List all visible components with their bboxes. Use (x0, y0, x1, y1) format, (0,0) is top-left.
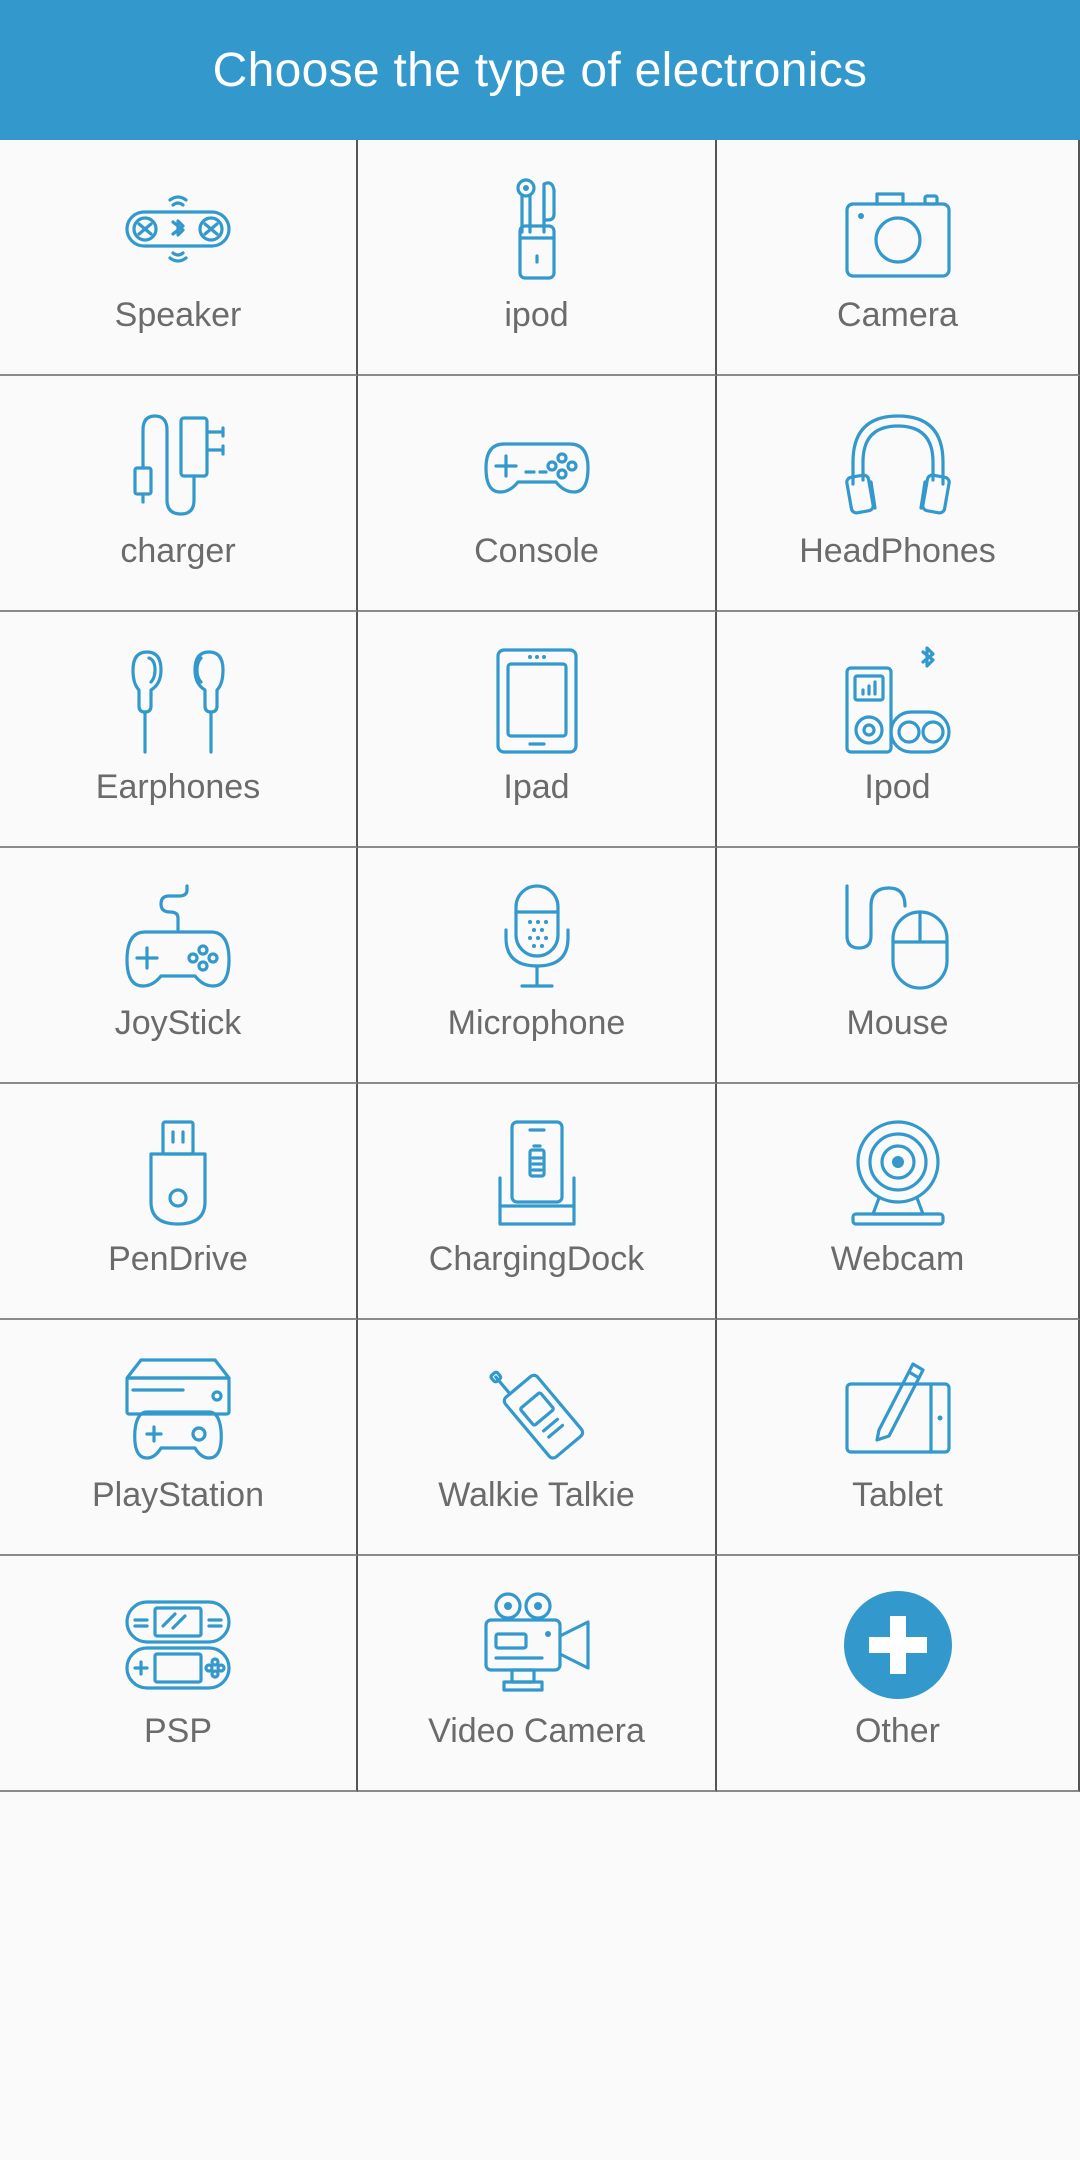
grid-item-mouse[interactable]: Mouse (717, 848, 1080, 1084)
grid-item-charger[interactable]: charger (0, 376, 358, 612)
grid-item-label: Ipod (864, 768, 931, 806)
gamepad-icon (482, 410, 592, 520)
video-camera-icon (482, 1590, 592, 1700)
app-header: Choose the type of electronics (0, 0, 1080, 140)
earphones-icon (123, 646, 233, 756)
grid-item-label: ChargingDock (428, 1240, 645, 1278)
charger-icon (123, 410, 233, 520)
grid-item-label: HeadPhones (799, 532, 996, 570)
grid-item-other[interactable]: Other (717, 1556, 1080, 1792)
grid-item-label: Microphone (447, 1004, 626, 1042)
grid-item-label: charger (120, 532, 236, 570)
pendrive-icon (123, 1118, 233, 1228)
grid-item-console[interactable]: Console (358, 376, 717, 612)
grid-item-speaker[interactable]: Speaker (0, 140, 358, 376)
grid-item-walkie-talkie[interactable]: Walkie Talkie (358, 1320, 717, 1556)
grid-item-label: JoyStick (114, 1004, 242, 1042)
grid-item-headphones[interactable]: HeadPhones (717, 376, 1080, 612)
music-player-icon (843, 646, 953, 756)
walkie-talkie-icon (482, 1354, 592, 1464)
grid-item-playstation[interactable]: PlayStation (0, 1320, 358, 1556)
grid-item-ipad[interactable]: Ipad (358, 612, 717, 848)
mouse-icon (843, 882, 953, 992)
webcam-icon (843, 1118, 953, 1228)
electronics-grid: Speaker ipod Camera charger Console Head… (0, 140, 1080, 1792)
page-title: Choose the type of electronics (212, 43, 868, 97)
grid-item-tablet[interactable]: Tablet (717, 1320, 1080, 1556)
grid-item-label: Webcam (830, 1240, 965, 1278)
grid-item-video-camera[interactable]: Video Camera (358, 1556, 717, 1792)
grid-item-ipod-player[interactable]: Ipod (717, 612, 1080, 848)
handheld-console-icon (123, 1590, 233, 1700)
drawing-tablet-icon (843, 1354, 953, 1464)
grid-item-label: Tablet (852, 1476, 943, 1514)
grid-item-label: PenDrive (108, 1240, 248, 1278)
joystick-icon (123, 882, 233, 992)
grid-item-label: Video Camera (428, 1712, 645, 1750)
grid-item-earphones[interactable]: Earphones (0, 612, 358, 848)
earbuds-case-icon (482, 174, 592, 284)
grid-item-microphone[interactable]: Microphone (358, 848, 717, 1084)
plus-circle-icon (843, 1590, 953, 1700)
grid-item-chargingdock[interactable]: ChargingDock (358, 1084, 717, 1320)
grid-item-label: Speaker (114, 296, 242, 334)
camera-icon (843, 174, 953, 284)
tablet-icon (482, 646, 592, 756)
playstation-icon (123, 1354, 233, 1464)
grid-item-webcam[interactable]: Webcam (717, 1084, 1080, 1320)
charging-dock-icon (482, 1118, 592, 1228)
grid-item-label: Console (474, 532, 599, 570)
grid-item-ipod[interactable]: ipod (358, 140, 717, 376)
grid-item-pendrive[interactable]: PenDrive (0, 1084, 358, 1320)
microphone-icon (482, 882, 592, 992)
grid-item-label: ipod (504, 296, 569, 334)
grid-item-psp[interactable]: PSP (0, 1556, 358, 1792)
grid-item-label: Walkie Talkie (438, 1476, 635, 1514)
grid-item-label: Earphones (95, 768, 261, 806)
speaker-icon (123, 174, 233, 284)
grid-item-label: PlayStation (92, 1476, 264, 1514)
grid-item-label: Other (854, 1712, 941, 1750)
headphones-icon (843, 410, 953, 520)
grid-item-joystick[interactable]: JoyStick (0, 848, 358, 1084)
grid-item-label: Ipad (503, 768, 570, 806)
grid-item-label: PSP (143, 1712, 213, 1750)
grid-item-label: Camera (837, 296, 958, 334)
grid-item-camera[interactable]: Camera (717, 140, 1080, 376)
grid-item-label: Mouse (846, 1004, 949, 1042)
